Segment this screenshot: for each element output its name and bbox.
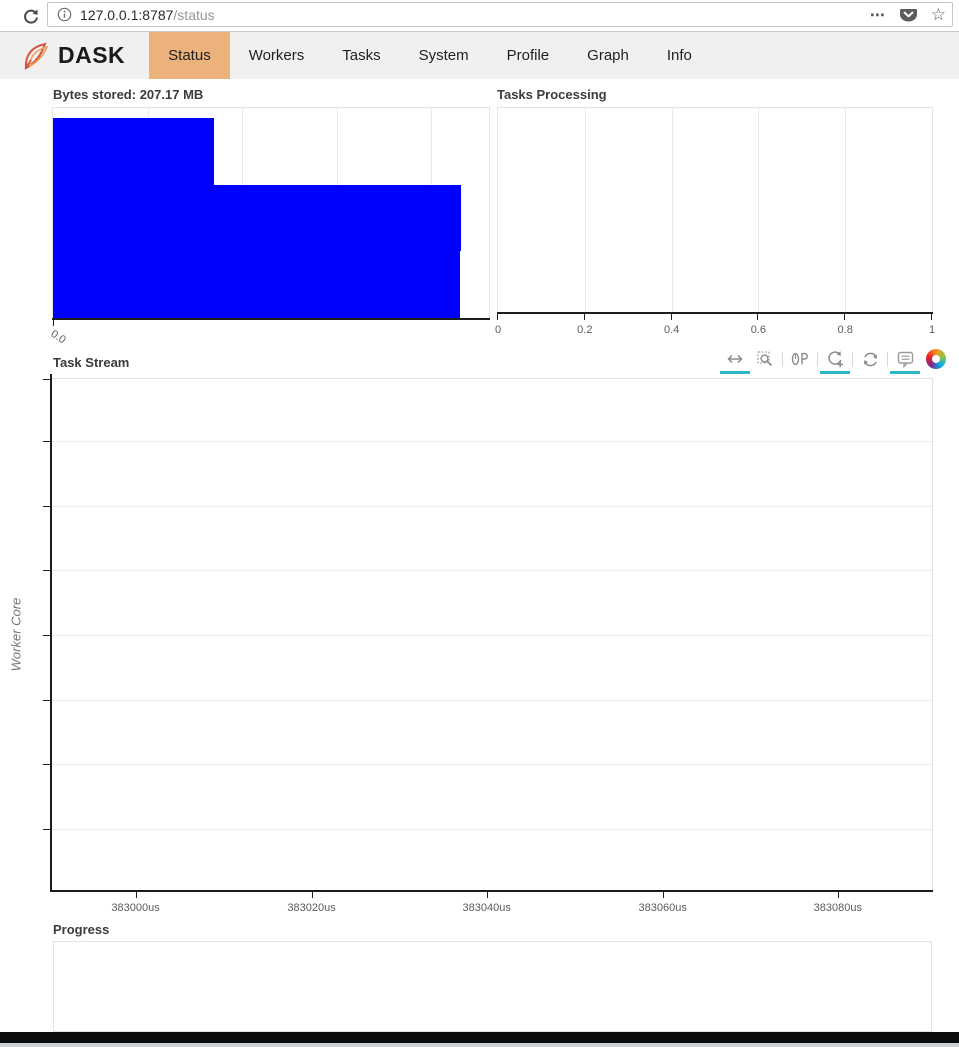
gridline <box>585 108 586 312</box>
tab-workers[interactable]: Workers <box>230 32 324 79</box>
axis-tick <box>838 892 839 898</box>
url-bar[interactable]: 127.0.0.1:8787/status ⋯ ☆ <box>47 2 953 27</box>
pan-icon[interactable] <box>723 346 747 372</box>
tasks-processing-plot[interactable]: 00.20.40.60.81 <box>497 107 933 313</box>
bytes-stored-title: Bytes stored: 207.17 MB <box>53 87 203 102</box>
dask-logo-text: DASK <box>58 42 125 69</box>
axis-tick-label: 0.2 <box>577 324 592 336</box>
active-tool-underline <box>820 371 850 374</box>
axis-tick-label: 0.4 <box>664 324 679 336</box>
axis-tick <box>487 892 488 898</box>
tab-tasks[interactable]: Tasks <box>323 32 399 79</box>
gridline <box>845 108 846 312</box>
axis-tick <box>312 892 313 898</box>
tab-system[interactable]: System <box>400 32 488 79</box>
axis-tick <box>43 570 50 571</box>
axis-tick-label: 0 <box>495 324 501 336</box>
dask-logo-icon <box>18 38 54 74</box>
axis-tick <box>43 441 50 442</box>
axis-tick <box>671 314 672 320</box>
x-axis <box>497 312 933 314</box>
zoom-in-icon[interactable] <box>823 346 847 372</box>
pocket-icon[interactable] <box>900 7 917 23</box>
gridline <box>52 506 932 507</box>
x-axis <box>52 318 490 320</box>
bytes-bar <box>53 118 214 185</box>
reset-icon[interactable] <box>858 346 882 372</box>
window-bottom-edge <box>0 1043 959 1047</box>
y-axis-label: Worker Core <box>9 598 24 672</box>
gridline <box>52 570 932 571</box>
toolbar-separator <box>782 352 783 367</box>
axis-tick <box>931 314 932 320</box>
site-info-icon[interactable] <box>57 7 72 22</box>
bytes-stored-plot[interactable]: 0.0 <box>52 107 490 319</box>
gridline <box>758 108 759 312</box>
wheel-zoom-icon[interactable] <box>788 346 812 372</box>
y-axis <box>50 374 52 892</box>
axis-tick <box>43 829 50 830</box>
tab-profile[interactable]: Profile <box>488 32 569 79</box>
axis-tick-label: 383080us <box>814 902 862 914</box>
x-axis <box>51 890 933 892</box>
axis-tick <box>43 379 50 380</box>
axis-tick <box>43 764 50 765</box>
axis-tick <box>757 314 758 320</box>
axis-tick <box>844 314 845 320</box>
url-path: /status <box>173 7 214 23</box>
axis-tick <box>53 320 54 326</box>
toolbar-separator <box>887 352 888 367</box>
axis-tick-label: 383060us <box>639 902 687 914</box>
gridline <box>52 635 932 636</box>
active-tool-underline <box>720 371 750 374</box>
toolbar-separator <box>852 352 853 367</box>
axis-tick <box>663 892 664 898</box>
bokeh-toolbar <box>720 344 946 374</box>
axis-tick <box>43 506 50 507</box>
toolbar-separator <box>817 352 818 367</box>
bytes-bar <box>53 185 461 252</box>
tab-status[interactable]: Status <box>149 32 230 79</box>
progress-plot[interactable] <box>53 941 932 1032</box>
axis-tick <box>584 314 585 320</box>
axis-tick-label: 383040us <box>463 902 511 914</box>
hover-icon[interactable] <box>893 346 917 372</box>
reload-icon[interactable] <box>18 4 42 28</box>
bookmark-star-icon[interactable]: ☆ <box>931 6 946 23</box>
task-stream-title: Task Stream <box>53 355 129 370</box>
axis-tick-label: 383020us <box>287 902 335 914</box>
bokeh-logo[interactable] <box>926 349 946 369</box>
window-bottom-bar <box>0 1032 959 1043</box>
gridline <box>52 764 932 765</box>
gridline <box>52 441 932 442</box>
progress-title: Progress <box>53 922 109 937</box>
tasks-processing-title: Tasks Processing <box>497 87 607 102</box>
dask-logo[interactable]: DASK <box>18 32 125 79</box>
axis-tick <box>497 314 498 320</box>
nav-tabs: StatusWorkersTasksSystemProfileGraphInfo <box>149 32 711 79</box>
navbar: DASK StatusWorkersTasksSystemProfileGrap… <box>0 32 959 79</box>
axis-tick <box>43 700 50 701</box>
y-axis-label-wrap: Worker Core <box>3 379 29 890</box>
tab-graph[interactable]: Graph <box>568 32 648 79</box>
axis-tick <box>43 635 50 636</box>
axis-tick-label: 0.8 <box>838 324 853 336</box>
active-tool-underline <box>890 371 920 374</box>
dask-dashboard-window: 127.0.0.1:8787/status ⋯ ☆ DASK StatusWor… <box>0 0 959 1047</box>
gridline <box>52 700 932 701</box>
tab-info[interactable]: Info <box>648 32 711 79</box>
axis-tick-label: 0.6 <box>751 324 766 336</box>
browser-chrome: 127.0.0.1:8787/status ⋯ ☆ <box>0 0 959 32</box>
gridline <box>52 829 932 830</box>
bytes-bar <box>53 251 460 318</box>
axis-tick <box>136 892 137 898</box>
axis-tick-label: 383000us <box>111 902 159 914</box>
task-stream-plot[interactable]: Worker Core 383000us383020us383040us3830… <box>51 378 933 891</box>
axis-tick-label: 1 <box>929 324 935 336</box>
gridline <box>672 108 673 312</box>
page-actions-icon[interactable]: ⋯ <box>870 6 886 24</box>
axis-tick-label: 0.0 <box>48 328 67 346</box>
url-host: 127.0.0.1:8787 <box>80 7 173 23</box>
box-zoom-icon[interactable] <box>753 346 777 372</box>
